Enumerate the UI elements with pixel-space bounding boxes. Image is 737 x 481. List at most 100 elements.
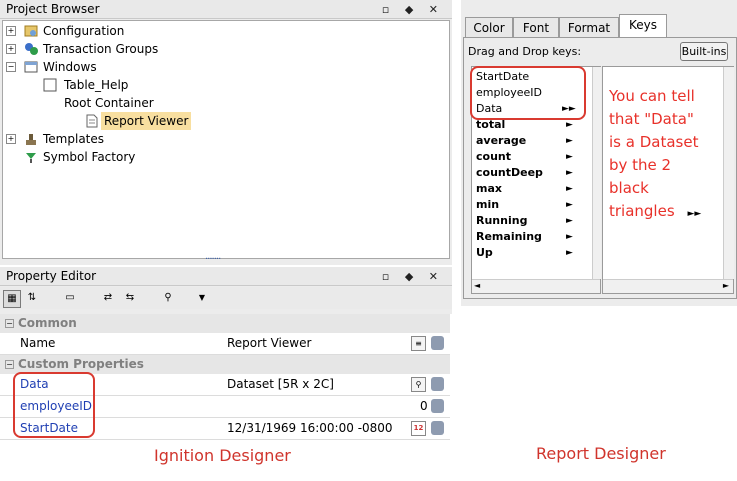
key-name: max <box>476 182 502 195</box>
report-designer-caption: Report Designer <box>536 444 666 463</box>
tree-item-label: Root Container <box>64 96 154 110</box>
table-binding-icon[interactable]: ⇆ <box>122 290 138 306</box>
preview-hscrollbar[interactable]: ► <box>603 279 733 293</box>
database-binding-icon[interactable] <box>431 336 444 350</box>
database-binding-icon[interactable] <box>431 377 444 391</box>
report-designer-panel: Color Font Format Keys Drag and Drop key… <box>461 0 737 306</box>
note-line: is a Dataset <box>609 133 699 151</box>
property-value[interactable]: Dataset [5R x 2C] <box>227 374 334 395</box>
property-editor-title-buttons[interactable]: ▫ ◆ ✕ <box>382 268 444 286</box>
database-binding-icon[interactable] <box>431 421 444 435</box>
database-binding-icon[interactable] <box>431 399 444 413</box>
property-display-icon[interactable]: ▭ <box>62 290 78 306</box>
filter-icon[interactable]: ⚲ <box>160 290 176 306</box>
note-line: triangles ►► <box>609 200 721 226</box>
key-item[interactable]: countDeep ► <box>474 165 574 181</box>
tree-item-table-help[interactable]: Table_Help <box>3 76 443 94</box>
report-viewer-icon <box>85 114 99 128</box>
key-item[interactable]: count ► <box>474 149 574 165</box>
tree-item-report-viewer[interactable]: Report Viewer <box>3 112 443 130</box>
custom-keys-highlight <box>470 66 586 120</box>
keys-list-hscrollbar[interactable]: ◄ <box>472 279 600 293</box>
transaction-groups-icon <box>24 42 38 56</box>
property-value[interactable]: Report Viewer <box>227 333 311 354</box>
calendar-icon[interactable]: 12 <box>411 421 426 436</box>
tree-item-label: Table_Help <box>64 78 129 92</box>
project-browser-title-text: Project Browser <box>6 2 100 16</box>
note-line: You can tell <box>609 87 695 105</box>
key-name: Running <box>476 214 528 227</box>
templates-icon <box>24 132 38 146</box>
expand-icon[interactable]: + <box>6 44 16 54</box>
categorized-view-icon[interactable]: ▦ <box>3 290 21 308</box>
key-name: min <box>476 198 500 211</box>
custom-properties-highlight <box>13 372 95 438</box>
section-common-label: Common <box>18 316 77 330</box>
key-item[interactable]: Running ► <box>474 213 574 229</box>
tree-item-configuration[interactable]: + Configuration <box>3 22 443 40</box>
project-tree: + Configuration + Transaction Groups − W… <box>2 20 450 259</box>
property-editor-title: Property Editor ▫ ◆ ✕ <box>0 267 452 286</box>
annotation-note: You can tell that "Data" is a Dataset by… <box>609 85 721 226</box>
scroll-left-icon[interactable]: ◄ <box>474 281 480 290</box>
collapse-icon[interactable]: − <box>6 62 16 72</box>
symbol-factory-icon <box>24 150 38 164</box>
tab-font[interactable]: Font <box>513 17 559 39</box>
key-name: average <box>476 134 527 147</box>
note-line: that "Data" <box>609 110 694 128</box>
note-line-text: triangles <box>609 202 675 220</box>
edit-icon[interactable]: ≡ <box>411 336 426 351</box>
splitter-grip[interactable]: ....... <box>205 252 221 262</box>
key-item[interactable]: min ► <box>474 197 574 213</box>
key-item[interactable]: Remaining ► <box>474 229 574 245</box>
key-item[interactable]: Up ► <box>474 245 574 261</box>
scroll-right-icon[interactable]: ► <box>723 281 729 290</box>
binding-icon[interactable]: ⇄ <box>100 290 116 306</box>
project-browser-title: Project Browser ▫ ◆ ✕ <box>0 0 452 19</box>
key-name: Remaining <box>476 230 542 243</box>
dropdown-chevron-icon[interactable]: ▼ <box>194 290 210 306</box>
property-value[interactable]: 12/31/1969 16:00:00 -0800 <box>227 418 393 439</box>
key-name: Up <box>476 246 493 259</box>
collapse-icon[interactable]: − <box>5 319 14 328</box>
double-triangle-icon: ►► <box>687 209 702 219</box>
preview-vscrollbar[interactable] <box>723 67 734 279</box>
builtins-button[interactable]: Built-ins <box>680 42 728 61</box>
project-browser-panel: Project Browser ▫ ◆ ✕ + Configuration + … <box>0 0 452 265</box>
collapse-icon[interactable]: − <box>5 360 14 369</box>
property-value[interactable]: 0 <box>420 396 428 417</box>
tree-item-symbol-factory[interactable]: Symbol Factory <box>3 148 443 166</box>
expand-icon[interactable]: + <box>6 134 16 144</box>
keys-list-vscrollbar[interactable] <box>592 67 601 279</box>
tree-item-label: Configuration <box>43 24 125 38</box>
key-name: count <box>476 150 511 163</box>
tree-item-root-container[interactable]: Root Container <box>3 94 443 112</box>
sort-alpha-icon[interactable]: ⇅ <box>24 290 40 306</box>
tab-keys[interactable]: Keys <box>619 14 667 38</box>
key-name: countDeep <box>476 166 543 179</box>
tree-item-templates[interactable]: + Templates <box>3 130 443 148</box>
configuration-icon <box>24 24 38 38</box>
key-preview-area: You can tell that "Data" is a Dataset by… <box>602 66 734 294</box>
expand-icon[interactable]: + <box>6 26 16 36</box>
tree-item-label: Transaction Groups <box>43 42 159 56</box>
drag-drop-label: Drag and Drop keys: <box>468 45 582 58</box>
tree-item-label: Report Viewer <box>101 112 192 130</box>
tab-format[interactable]: Format <box>559 17 619 39</box>
key-item[interactable]: average ► <box>474 133 574 149</box>
dataset-viewer-icon[interactable]: ⚲ <box>411 377 426 392</box>
ignition-designer-caption: Ignition Designer <box>154 446 291 465</box>
property-name: Name <box>20 336 56 350</box>
tree-item-label: Symbol Factory <box>43 150 136 164</box>
tree-item-transaction-groups[interactable]: + Transaction Groups <box>3 40 443 58</box>
tree-item-label: Windows <box>43 60 97 74</box>
property-row-name[interactable]: Name Report Viewer ≡ <box>0 333 450 355</box>
key-item[interactable]: max ► <box>474 181 574 197</box>
tree-item-label: Templates <box>43 132 105 146</box>
project-browser-title-buttons[interactable]: ▫ ◆ ✕ <box>382 1 444 19</box>
tab-color[interactable]: Color <box>465 17 513 39</box>
section-common[interactable]: − Common <box>0 314 450 333</box>
window-icon <box>43 78 57 92</box>
note-line: black <box>609 179 649 197</box>
tree-item-windows[interactable]: − Windows <box>3 58 443 76</box>
